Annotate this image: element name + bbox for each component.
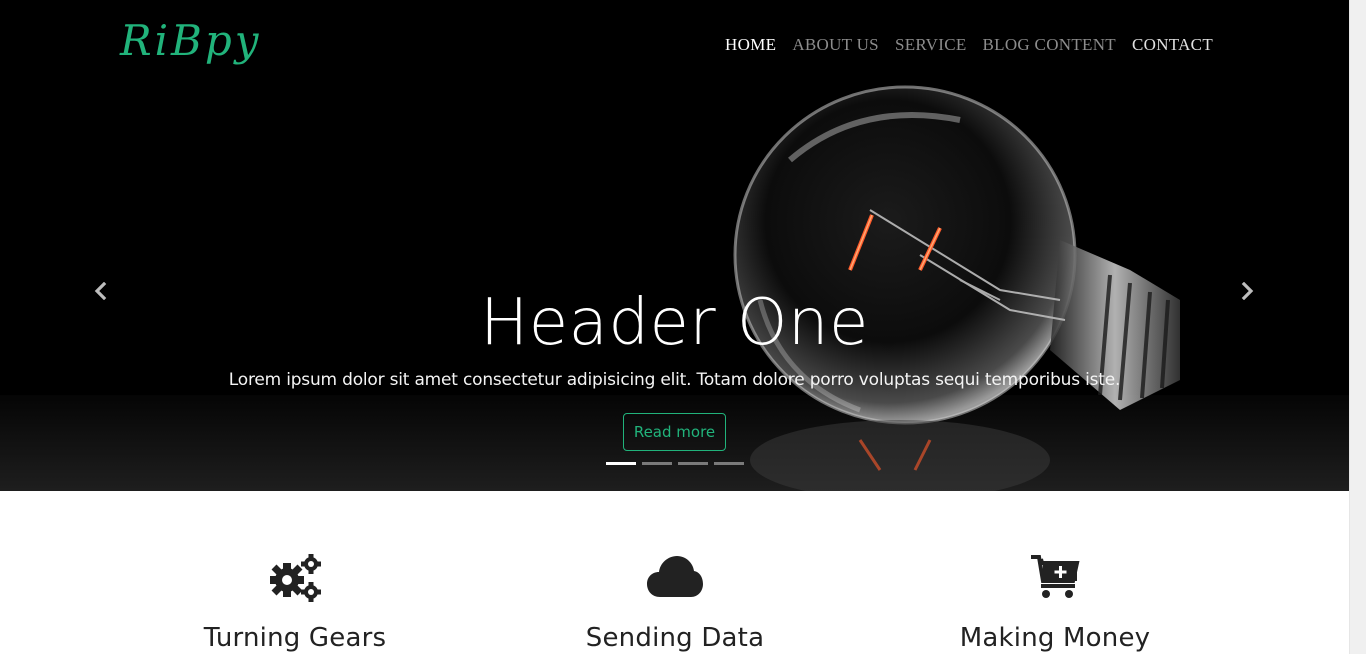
hero-carousel: RiBpy HOME ABOUT US SERVICE BLOG CONTENT…	[0, 0, 1349, 491]
carousel-indicator-4[interactable]	[714, 462, 744, 465]
carousel-indicator-2[interactable]	[642, 462, 672, 465]
read-more-button[interactable]: Read more	[623, 413, 726, 451]
carousel-indicator-3[interactable]	[678, 462, 708, 465]
carousel-caption: Header One Lorem ipsum dolor sit amet co…	[0, 278, 1349, 390]
carousel-text: Lorem ipsum dolor sit amet consectetur a…	[228, 370, 1121, 390]
feature-title: Turning Gears	[203, 623, 387, 653]
nav-item-contact[interactable]: CONTACT	[1124, 35, 1221, 55]
nav-item-blog-content[interactable]: BLOG CONTENT	[975, 35, 1124, 55]
nav-item-about-us[interactable]: ABOUT US	[784, 35, 887, 55]
feature-title: Making Money	[959, 623, 1151, 653]
feature-sending-data: Sending Data	[525, 553, 825, 653]
carousel-indicator-1[interactable]	[606, 462, 636, 465]
brand-logo[interactable]: RiBpy	[120, 16, 262, 65]
page-scrollbar[interactable]	[1349, 0, 1366, 654]
features-section: Turning Gears Sending Data Making Money	[0, 491, 1349, 654]
feature-making-money: Making Money	[905, 553, 1205, 653]
gears-icon	[145, 553, 445, 605]
nav-item-home[interactable]: HOME	[717, 35, 784, 55]
carousel-indicators	[606, 462, 744, 465]
cart-plus-icon	[905, 553, 1205, 605]
carousel-title: Header One	[480, 286, 869, 360]
feature-turning-gears: Turning Gears	[145, 553, 445, 653]
main-nav: HOME ABOUT US SERVICE BLOG CONTENT CONTA…	[717, 35, 1221, 55]
nav-item-service[interactable]: SERVICE	[887, 35, 975, 55]
feature-title: Sending Data	[585, 623, 765, 653]
cloud-icon	[525, 553, 825, 605]
